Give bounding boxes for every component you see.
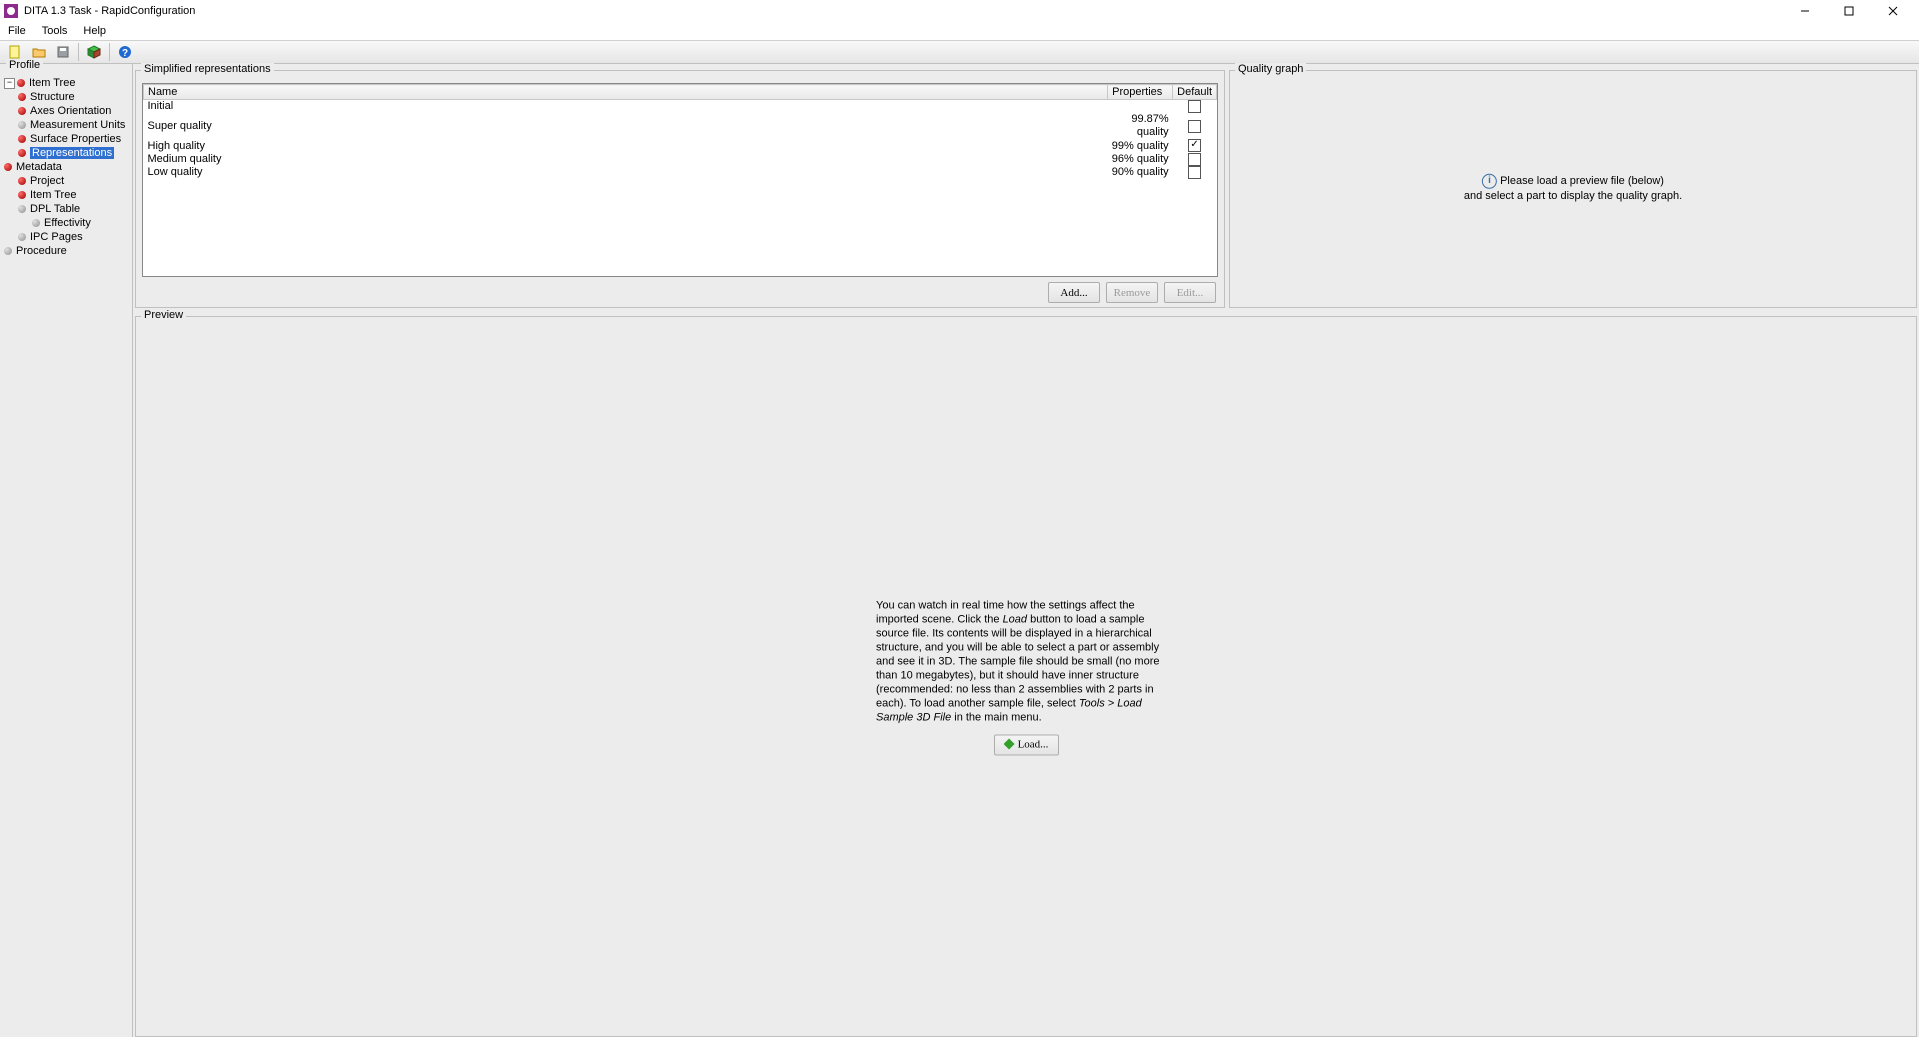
titlebar: DITA 1.3 Task - RapidConfiguration bbox=[0, 0, 1919, 22]
window-title: DITA 1.3 Task - RapidConfiguration bbox=[24, 5, 195, 17]
col-name[interactable]: Name bbox=[144, 85, 1108, 100]
tree-units[interactable]: Measurement Units bbox=[18, 118, 132, 132]
menu-file[interactable]: File bbox=[4, 24, 30, 38]
table-row[interactable]: Initial bbox=[144, 100, 1217, 114]
tree-ipc[interactable]: IPC Pages bbox=[18, 230, 132, 244]
tree-item-tree[interactable]: −Item Tree Structure Axes Orientation Me… bbox=[4, 76, 132, 160]
tree-axes[interactable]: Axes Orientation bbox=[18, 104, 132, 118]
help-icon[interactable]: ? bbox=[114, 41, 136, 63]
sidebar: Profile −Item Tree Structure Axes Orient… bbox=[0, 64, 133, 1037]
close-button[interactable] bbox=[1871, 0, 1915, 22]
cube-icon bbox=[1004, 739, 1015, 750]
checkbox[interactable] bbox=[1188, 139, 1201, 152]
tree-surface[interactable]: Surface Properties bbox=[18, 132, 132, 146]
tree-metadata[interactable]: Metadata Project Item Tree DPL Table Eff… bbox=[4, 160, 132, 244]
tree-structure[interactable]: Structure bbox=[18, 90, 132, 104]
toolbar-separator bbox=[109, 43, 110, 61]
toolbar-separator bbox=[78, 43, 79, 61]
menu-help[interactable]: Help bbox=[79, 24, 110, 38]
save-icon[interactable] bbox=[52, 41, 74, 63]
sidebar-title: Profile bbox=[6, 59, 43, 71]
menu-tools[interactable]: Tools bbox=[38, 24, 72, 38]
tree-effectivity[interactable]: Effectivity bbox=[32, 216, 132, 230]
toolbar: ? bbox=[0, 40, 1919, 64]
quality-graph-panel: Quality graph iPlease load a preview fil… bbox=[1229, 66, 1917, 308]
info-icon: i bbox=[1482, 174, 1497, 189]
quality-graph-message: iPlease load a preview file (below) and … bbox=[1464, 174, 1682, 204]
menubar: File Tools Help bbox=[0, 22, 1919, 40]
app-icon bbox=[4, 4, 18, 18]
col-properties[interactable]: Properties bbox=[1108, 85, 1173, 100]
checkbox[interactable] bbox=[1188, 166, 1201, 179]
checkbox[interactable] bbox=[1188, 153, 1201, 166]
table-row[interactable]: Super quality99.87% quality bbox=[144, 113, 1217, 139]
checkbox[interactable] bbox=[1188, 100, 1201, 113]
checkbox[interactable] bbox=[1188, 120, 1201, 133]
table-row[interactable]: Low quality90% quality bbox=[144, 166, 1217, 179]
maximize-button[interactable] bbox=[1827, 0, 1871, 22]
svg-text:?: ? bbox=[122, 48, 128, 59]
edit-button[interactable]: Edit... bbox=[1164, 282, 1216, 303]
tree-procedure[interactable]: Procedure bbox=[4, 244, 132, 258]
tree-representations[interactable]: Representations bbox=[18, 146, 132, 160]
col-default[interactable]: Default bbox=[1173, 85, 1217, 100]
load-button[interactable]: Load... bbox=[994, 734, 1059, 755]
remove-button[interactable]: Remove bbox=[1106, 282, 1158, 303]
tree-item-tree-meta[interactable]: Item Tree bbox=[18, 188, 132, 202]
minimize-button[interactable] bbox=[1783, 0, 1827, 22]
tree-project[interactable]: Project bbox=[18, 174, 132, 188]
add-button[interactable]: Add... bbox=[1048, 282, 1100, 303]
preview-panel: Preview You can watch in real time how t… bbox=[135, 312, 1917, 1037]
representations-panel: Simplified representations Name Properti… bbox=[135, 66, 1225, 308]
preview-message: You can watch in real time how the setti… bbox=[876, 598, 1176, 755]
cube-icon[interactable] bbox=[83, 41, 105, 63]
table-row[interactable]: Medium quality96% quality bbox=[144, 153, 1217, 166]
representations-table[interactable]: Name Properties Default Initial Super qu… bbox=[142, 83, 1218, 277]
tree-dpl[interactable]: DPL Table Effectivity bbox=[18, 202, 132, 230]
table-row[interactable]: High quality99% quality bbox=[144, 139, 1217, 152]
